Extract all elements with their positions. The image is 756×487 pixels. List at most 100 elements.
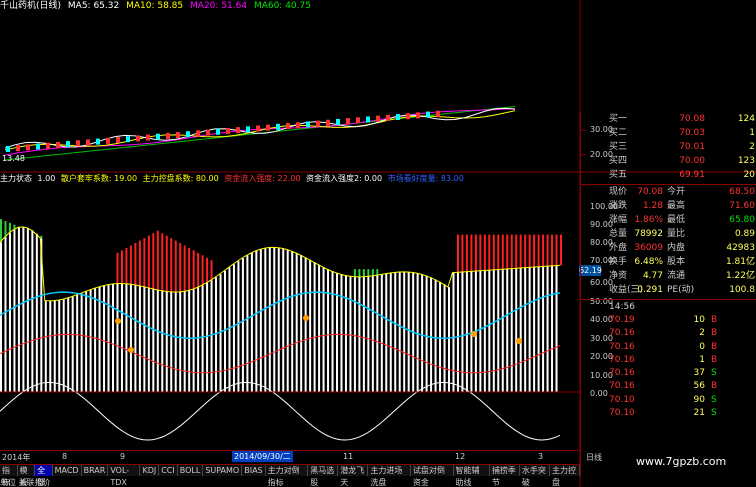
red-bar — [542, 234, 545, 267]
red-bar — [519, 234, 522, 269]
buy-volume: 1 — [749, 128, 755, 138]
quote-label: 流通 — [667, 271, 686, 281]
red-bar — [492, 234, 495, 270]
tick-row: 70.16 37 S — [581, 367, 756, 380]
tab-0[interactable]: 指标 — [0, 465, 18, 487]
red-bar — [524, 234, 527, 268]
red-bar — [456, 234, 459, 273]
candle — [16, 145, 20, 152]
candle — [376, 115, 380, 122]
stripe-bar — [35, 233, 38, 392]
tab-10[interactable]: BIAS — [242, 465, 266, 476]
stripe-bar — [156, 289, 159, 392]
stripe-bar — [537, 266, 540, 392]
tab-12[interactable]: 黑马选股 — [308, 465, 339, 487]
candle — [236, 127, 240, 134]
indicator-tabs: 指标 模板 全部 MACD BRAR VOL-TDX KDJ CCI BOLL SUPAMO BIA… — [0, 464, 581, 487]
buy-volume: 124 — [737, 114, 755, 124]
order-book-buy: 买一 70.08 124 买二 70.03 1 买三 70.01 2 买四 70.00… — [581, 112, 756, 182]
red-bar — [555, 234, 558, 266]
red-bar — [470, 234, 473, 272]
stripe-bar — [250, 253, 253, 392]
stripe-bar — [8, 233, 11, 392]
tab-13[interactable]: 潜龙飞天 — [338, 465, 369, 487]
quote-table: 现价 70.08 今开 68.50 涨跌 1.28 最高 71.60 涨幅 1.86… — [581, 185, 756, 297]
stripe-bar — [430, 277, 433, 392]
tab-3[interactable]: MACD — [52, 465, 82, 476]
buy-volume: 20 — [743, 170, 755, 180]
buy-row[interactable]: 买二 70.03 1 — [581, 126, 756, 140]
red-bar — [201, 255, 204, 286]
red-bar — [461, 234, 464, 273]
stripe-bar — [318, 264, 321, 392]
tab-8[interactable]: BOLL — [177, 465, 204, 476]
green-bar — [367, 269, 370, 277]
red-bar — [116, 252, 119, 284]
stripe-bar — [13, 229, 16, 392]
tick-row: 70.16 1 B — [581, 354, 756, 367]
quote-row: 换手 6.48% 股本 1.81亿 — [581, 255, 756, 269]
tab-5[interactable]: VOL-TDX — [108, 465, 141, 487]
candle — [406, 113, 410, 120]
stripe-bar — [31, 230, 34, 392]
price-chart[interactable] — [4, 105, 586, 161]
candle — [246, 126, 250, 133]
tab-4[interactable]: BRAR — [81, 465, 109, 476]
tab-15[interactable]: 试盘对倒资金 — [410, 465, 454, 487]
stripe-bar — [542, 266, 545, 392]
stripe-bar — [362, 276, 365, 392]
buy-row[interactable]: 买三 70.01 2 — [581, 140, 756, 154]
buy-label: 买三 — [609, 142, 628, 152]
tab-6[interactable]: KDJ — [140, 465, 160, 476]
stock-title: 千山药机(日线) — [0, 1, 62, 11]
candle — [436, 110, 440, 117]
green-bar — [358, 269, 361, 277]
quote-value: 68.50 — [729, 187, 755, 197]
buy-volume: 123 — [737, 156, 755, 166]
candle — [46, 142, 50, 149]
signal-dot — [115, 318, 121, 324]
stripe-bar — [112, 284, 114, 392]
stripe-bar — [80, 293, 83, 392]
buy-row[interactable]: 买五 69.91 20 — [581, 168, 756, 182]
indicator-chart[interactable] — [0, 219, 580, 441]
stripe-bar — [147, 287, 150, 392]
tab-19[interactable]: 主力控盘 — [549, 465, 581, 487]
candle — [26, 144, 30, 151]
stripe-bar — [210, 280, 213, 392]
stripe-bar — [398, 272, 401, 392]
red-bar — [506, 234, 509, 269]
buy-row[interactable]: 买一 70.08 124 — [581, 112, 756, 126]
buy-price: 70.01 — [679, 142, 705, 152]
red-bar — [533, 234, 536, 268]
stripe-bar — [170, 291, 173, 392]
stripe-bar — [403, 271, 406, 392]
buy-price: 70.00 — [679, 156, 705, 166]
candle — [156, 133, 160, 140]
red-bar — [560, 234, 562, 266]
red-bar — [134, 243, 137, 285]
tick-flag: B — [711, 354, 718, 365]
stripe-bar — [331, 271, 334, 392]
tab-7[interactable]: CCI — [159, 465, 178, 476]
candle — [66, 141, 70, 148]
quote-row: 总量 78992 量比 0.89 — [581, 227, 756, 241]
date-label: 11 — [343, 452, 354, 461]
quote-value: 1.28 — [642, 201, 663, 211]
tab-9[interactable]: SUPAMO — [203, 465, 243, 476]
red-bar — [125, 247, 128, 284]
buy-row[interactable]: 买四 70.00 123 — [581, 154, 756, 168]
stripe-bar — [134, 284, 137, 392]
tab-1[interactable]: 模板 — [17, 465, 36, 487]
tab-11[interactable]: 主力对倒指标 — [265, 465, 309, 487]
tab-16[interactable]: 智能辅助线 — [453, 465, 490, 487]
tab-18[interactable]: 水手突破 — [519, 465, 550, 487]
stripe-bar — [165, 291, 168, 392]
stripe-bar — [551, 265, 554, 392]
tab-14[interactable]: 主力进场洗盘 — [368, 465, 411, 487]
stripe-bar — [241, 258, 244, 392]
red-bar — [551, 234, 554, 266]
date-label: 9 — [120, 452, 126, 461]
tab-2[interactable]: 全部 — [35, 465, 53, 487]
tab-17[interactable]: 捕捞季节 — [489, 465, 520, 487]
